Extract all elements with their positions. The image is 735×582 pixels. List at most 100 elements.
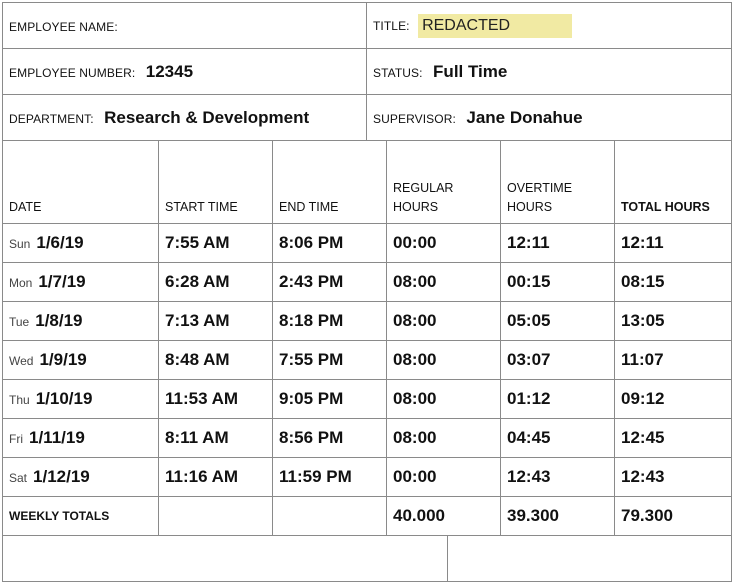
regular-hours-cell: 08:00 (386, 340, 501, 380)
footer-row (2, 535, 732, 582)
supervisor-value: Jane Donahue (466, 107, 583, 127)
weekly-totals-label: WEEKLY TOTALS (2, 496, 159, 536)
end-time-cell: 8:18 PM (272, 301, 387, 341)
footer-cell-left (2, 535, 448, 582)
start-time-cell: 6:28 AM (158, 262, 273, 302)
weekly-totals-empty-start (158, 496, 273, 536)
total-hours-cell: 12:45 (614, 418, 732, 458)
table-row: Wed 1/9/19 8:48 AM 7:55 PM 08:00 03:07 11:07 (2, 340, 732, 380)
total-hours-cell: 09:12 (614, 379, 732, 419)
col-overtime-line2: HOURS (507, 200, 553, 214)
date-value: 1/9/19 (39, 350, 87, 369)
regular-hours-cell: 00:00 (386, 223, 501, 263)
employee-name-cell: EMPLOYEE NAME: (2, 2, 367, 49)
regular-hours-cell: 08:00 (386, 418, 501, 458)
footer-cell-right (447, 535, 732, 582)
day-name: Mon (9, 276, 33, 290)
total-hours-cell: 08:15 (614, 262, 732, 302)
start-time-cell: 7:13 AM (158, 301, 273, 341)
table-row: Mon 1/7/19 6:28 AM 2:43 PM 08:00 00:15 08:15 (2, 262, 732, 302)
title-cell: TITLE: REDACTED (366, 2, 732, 49)
total-hours-cell: 13:05 (614, 301, 732, 341)
employee-number-value: 12345 (145, 61, 194, 81)
regular-hours-cell: 08:00 (386, 379, 501, 419)
table-row: Sat 1/12/19 11:16 AM 11:59 PM 00:00 12:43 12:4… (2, 457, 732, 497)
employee-info-table: EMPLOYEE NAME: TITLE: REDACTED EMPLOYEE … (2, 2, 732, 141)
end-time-cell: 9:05 PM (272, 379, 387, 419)
date-value: 1/10/19 (35, 389, 93, 408)
day-name: Sun (9, 237, 31, 251)
total-hours-cell: 12:43 (614, 457, 732, 497)
weekly-totals-empty-end (272, 496, 387, 536)
hours-table: DATE START TIME END TIME REGULAR HOURS O… (2, 140, 732, 536)
overtime-hours-cell: 04:45 (500, 418, 615, 458)
col-overtime-line1: OVERTIME (507, 181, 573, 195)
department-cell: DEPARTMENT: Research & Development (2, 94, 367, 141)
date-cell: Thu 1/10/19 (2, 379, 159, 419)
day-name: Sat (9, 471, 28, 485)
date-cell: Sat 1/12/19 (2, 457, 159, 497)
weekly-total-hours: 79.300 (614, 496, 732, 536)
day-name: Thu (9, 393, 30, 407)
day-name: Wed (9, 354, 34, 368)
end-time-cell: 11:59 PM (272, 457, 387, 497)
department-value: Research & Development (104, 107, 310, 127)
weekly-totals-row: WEEKLY TOTALS 40.000 39.300 79.300 (2, 496, 732, 536)
start-time-cell: 7:55 AM (158, 223, 273, 263)
date-cell: Tue 1/8/19 (2, 301, 159, 341)
weekly-total-regular: 40.000 (386, 496, 501, 536)
overtime-hours-cell: 12:43 (500, 457, 615, 497)
title-value: REDACTED (418, 13, 573, 38)
date-cell: Fri 1/11/19 (2, 418, 159, 458)
date-cell: Sun 1/6/19 (2, 223, 159, 263)
regular-hours-cell: 08:00 (386, 262, 501, 302)
table-header-row: DATE START TIME END TIME REGULAR HOURS O… (2, 140, 732, 224)
col-date: DATE (2, 140, 159, 224)
end-time-cell: 2:43 PM (272, 262, 387, 302)
employee-number-label: EMPLOYEE NUMBER: (9, 65, 136, 80)
table-row: Tue 1/8/19 7:13 AM 8:18 PM 08:00 05:05 13:05 (2, 301, 732, 341)
department-label: DEPARTMENT: (9, 111, 94, 126)
date-cell: Mon 1/7/19 (2, 262, 159, 302)
overtime-hours-cell: 01:12 (500, 379, 615, 419)
status-label: STATUS: (373, 65, 423, 80)
date-value: 1/12/19 (33, 467, 90, 486)
regular-hours-cell: 00:00 (386, 457, 501, 497)
start-time-cell: 8:48 AM (158, 340, 273, 380)
day-name: Fri (9, 432, 23, 446)
date-value: 1/7/19 (38, 272, 86, 291)
col-regular-line1: REGULAR (393, 181, 454, 195)
day-name: Tue (9, 315, 30, 329)
end-time-cell: 8:06 PM (272, 223, 387, 263)
total-hours-cell: 12:11 (614, 223, 732, 263)
table-row: Thu 1/10/19 11:53 AM 9:05 PM 08:00 01:12 09:12 (2, 379, 732, 419)
start-time-cell: 8:11 AM (158, 418, 273, 458)
status-cell: STATUS: Full Time (366, 48, 732, 95)
regular-hours-cell: 08:00 (386, 301, 501, 341)
supervisor-label: SUPERVISOR: (373, 111, 456, 126)
table-row: Fri 1/11/19 8:11 AM 8:56 PM 08:00 04:45 12:45 (2, 418, 732, 458)
col-regular-hours: REGULAR HOURS (386, 140, 501, 224)
overtime-hours-cell: 00:15 (500, 262, 615, 302)
weekly-total-overtime: 39.300 (500, 496, 615, 536)
overtime-hours-cell: 03:07 (500, 340, 615, 380)
col-regular-line2: HOURS (393, 200, 439, 214)
overtime-hours-cell: 12:11 (500, 223, 615, 263)
col-end-time: END TIME (272, 140, 387, 224)
employee-number-cell: EMPLOYEE NUMBER: 12345 (2, 48, 367, 95)
total-hours-cell: 11:07 (614, 340, 732, 380)
supervisor-cell: SUPERVISOR: Jane Donahue (366, 94, 732, 141)
col-overtime-hours: OVERTIME HOURS (500, 140, 615, 224)
start-time-cell: 11:53 AM (158, 379, 273, 419)
date-value: 1/6/19 (36, 233, 84, 252)
title-label: TITLE: (373, 18, 410, 33)
date-cell: Wed 1/9/19 (2, 340, 159, 380)
overtime-hours-cell: 05:05 (500, 301, 615, 341)
date-value: 1/8/19 (35, 311, 83, 330)
end-time-cell: 8:56 PM (272, 418, 387, 458)
col-start-time: START TIME (158, 140, 273, 224)
col-total-hours: TOTAL HOURS (614, 140, 732, 224)
start-time-cell: 11:16 AM (158, 457, 273, 497)
date-value: 1/11/19 (29, 428, 85, 447)
employee-name-label: EMPLOYEE NAME: (9, 19, 118, 34)
